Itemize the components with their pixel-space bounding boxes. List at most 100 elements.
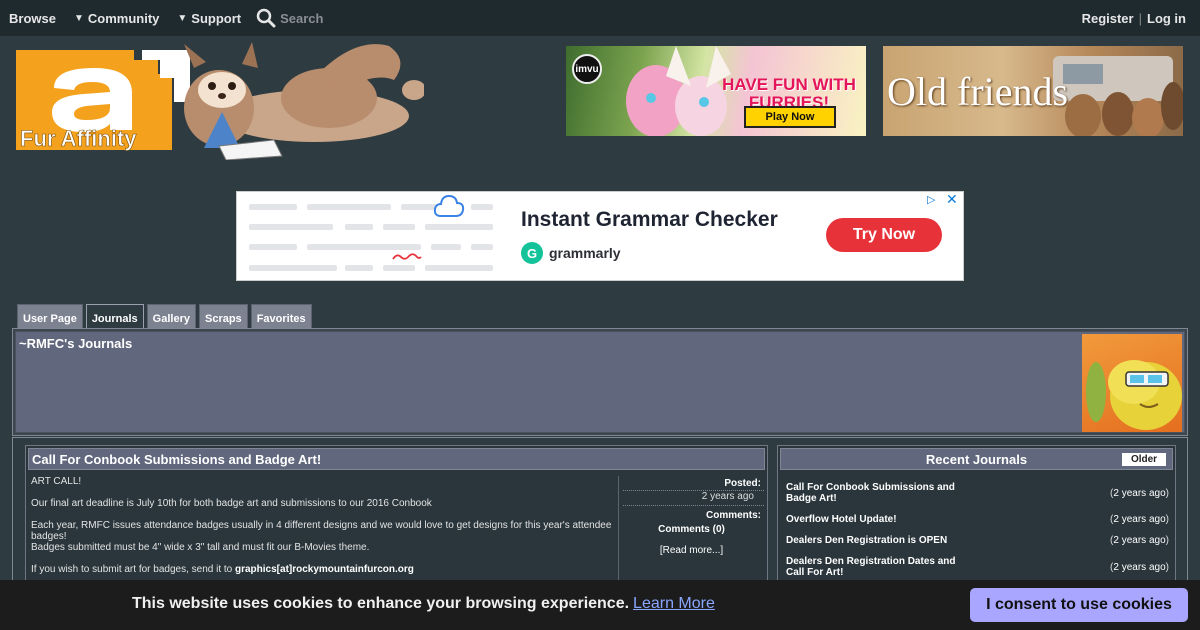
play-now-button[interactable]: Play Now	[744, 106, 836, 128]
ad-decoration-line	[431, 244, 461, 250]
recent-journals-list: Call For Conbook Submissions and Badge A…	[778, 472, 1175, 578]
nav-community[interactable]: ▼ Community	[65, 11, 168, 26]
user-header-panel: ~RMFC's Journals	[15, 331, 1185, 433]
nav-support[interactable]: ▼ Support	[168, 11, 250, 26]
site-logo[interactable]: Fur Affinity	[14, 38, 426, 161]
page-title: ~RMFC's Journals	[19, 336, 133, 351]
cloud-icon	[433, 194, 465, 217]
ad-brand: G grammarly	[521, 242, 621, 264]
search-box	[256, 8, 401, 28]
try-now-button[interactable]: Try Now	[826, 218, 942, 252]
nav-separator: |	[1138, 10, 1142, 26]
account-links: Register | Log in	[1082, 0, 1186, 36]
cookie-message-text: This website uses cookies to enhance you…	[132, 595, 630, 612]
ad-decoration-line	[249, 224, 333, 230]
posted-value: 2 years ago	[623, 490, 764, 505]
banner-headline: Old friends	[887, 69, 1069, 114]
read-more-link[interactable]: [Read more...]	[619, 545, 764, 556]
search-icon[interactable]	[256, 8, 276, 28]
list-item[interactable]: Dealers Den Registration is OPEN (2 year…	[786, 535, 1169, 546]
comments-link[interactable]: Comments (0)	[619, 522, 764, 537]
ad-decoration-line	[307, 244, 421, 250]
recent-journal-age: (2 years ago)	[1110, 561, 1169, 573]
ad-brand-name: grammarly	[549, 245, 621, 261]
read-more-label: Read more...	[662, 545, 721, 556]
tab-favorites[interactable]: Favorites	[250, 304, 312, 328]
journal-line-text: If you wish to submit art for badges, se…	[31, 564, 233, 575]
recent-journal-age: (2 years ago)	[1110, 514, 1169, 525]
nav-support-label: Support	[191, 10, 242, 26]
recent-journal-age: (2 years ago)	[1110, 487, 1169, 499]
caret-down-icon: ▼	[177, 12, 188, 24]
logo-text: Fur Affinity	[20, 126, 137, 151]
recent-journal-title[interactable]: Dealers Den Registration is OPEN	[786, 535, 966, 546]
age-text: 2 years ago	[1113, 514, 1166, 525]
profile-tabs: User Page Journals Gallery Scraps Favori…	[17, 304, 315, 329]
nav-browse[interactable]: Browse	[0, 11, 65, 26]
recent-journal-age: (2 years ago)	[1110, 535, 1169, 546]
imvu-badge: imvu	[572, 54, 602, 84]
journal-meta: Posted: 2 years ago Comments: Comments (…	[618, 476, 764, 586]
grammarly-ad[interactable]: Instant Grammar Checker G grammarly Try …	[236, 191, 964, 281]
nav-community-label: Community	[87, 10, 160, 26]
tab-scraps[interactable]: Scraps	[198, 304, 248, 328]
comments-label: Comments:	[623, 505, 764, 522]
recent-journal-title[interactable]: Overflow Hotel Update!	[786, 514, 966, 525]
top-nav: Browse ▼Community ▼Support Register | Lo…	[0, 0, 1200, 36]
email-address: graphics[at]rockymountainfurcon.org	[235, 564, 414, 575]
ad-decoration-line	[249, 244, 297, 250]
ad-decoration-line	[471, 204, 493, 210]
journal-body: ART CALL! Our final art deadline is July…	[30, 476, 616, 586]
ad-decoration-line	[383, 224, 415, 230]
avatar-illustration	[1086, 360, 1182, 430]
ad-decoration-line	[425, 224, 493, 230]
old-friends-banner-ad[interactable]: Old friends	[883, 46, 1183, 136]
list-item[interactable]: Overflow Hotel Update! (2 years ago)	[786, 514, 1169, 525]
grammarly-logo-icon: G	[521, 242, 543, 264]
learn-more-link[interactable]: Learn More	[633, 595, 715, 612]
older-button[interactable]: Older	[1122, 453, 1166, 466]
recent-journal-title[interactable]: Dealers Den Registration Dates and Call …	[786, 556, 966, 578]
cookie-banner: This website uses cookies to enhance you…	[0, 580, 1200, 630]
imvu-banner-ad[interactable]: imvu HAVE FUN WITH FURRIES! Play Now	[566, 46, 866, 136]
recent-journal-title[interactable]: Call For Conbook Submissions and Badge A…	[786, 482, 966, 504]
ad-decoration-line	[249, 265, 337, 271]
posted-label: Posted:	[724, 478, 761, 489]
nav-browse-label: Browse	[9, 10, 56, 26]
avatar[interactable]	[1082, 334, 1182, 432]
journal-line: Our final art deadline is July 10th for …	[31, 498, 432, 509]
ad-info-icon[interactable]: ▷	[927, 193, 941, 207]
cookie-consent-button[interactable]: I consent to use cookies	[970, 588, 1188, 622]
age-text: 2 years ago	[1113, 561, 1166, 573]
age-text: 2 years ago	[1113, 487, 1166, 499]
ad-decoration-line	[425, 265, 493, 271]
recent-journals-title: Recent Journals	[925, 451, 1028, 467]
journal-line: ART CALL!	[31, 476, 82, 487]
user-header: ~RMFC's Journals	[12, 328, 1188, 436]
tab-journals[interactable]: Journals	[85, 304, 144, 329]
fur-affinity-logo-graphic: Fur Affinity	[16, 42, 426, 161]
search-input[interactable]	[280, 10, 401, 26]
journal-line: Badges submitted must be 4" wide x 3" ta…	[31, 542, 370, 553]
recent-journals-header: Recent Journals Older	[780, 448, 1173, 470]
tab-user-page[interactable]: User Page	[17, 304, 83, 328]
tab-gallery[interactable]: Gallery	[146, 304, 196, 328]
age-text: 2 years ago	[1113, 535, 1166, 546]
ad-headline: Instant Grammar Checker	[521, 208, 778, 231]
login-link[interactable]: Log in	[1147, 11, 1186, 26]
journal-line: If you wish to submit art for badges, se…	[31, 564, 616, 575]
squiggle-underline-icon	[392, 253, 422, 260]
cookie-message: This website uses cookies to enhance you…	[132, 595, 715, 613]
journal-line: Each year, RMFC issues attendance badges…	[31, 520, 612, 542]
ad-decoration-line	[345, 265, 373, 271]
list-item[interactable]: Dealers Den Registration Dates and Call …	[786, 556, 1169, 578]
ad-decoration-line	[383, 265, 415, 271]
ad-decoration-line	[471, 244, 493, 250]
ad-close-icon[interactable]: ✕	[946, 192, 960, 206]
ad-decoration-line	[249, 204, 297, 210]
journal-title[interactable]: Call For Conbook Submissions and Badge A…	[28, 448, 765, 470]
register-link[interactable]: Register	[1082, 11, 1134, 26]
list-item[interactable]: Call For Conbook Submissions and Badge A…	[786, 482, 1169, 504]
ad-decoration-line	[307, 204, 391, 210]
caret-down-icon: ▼	[73, 12, 84, 24]
